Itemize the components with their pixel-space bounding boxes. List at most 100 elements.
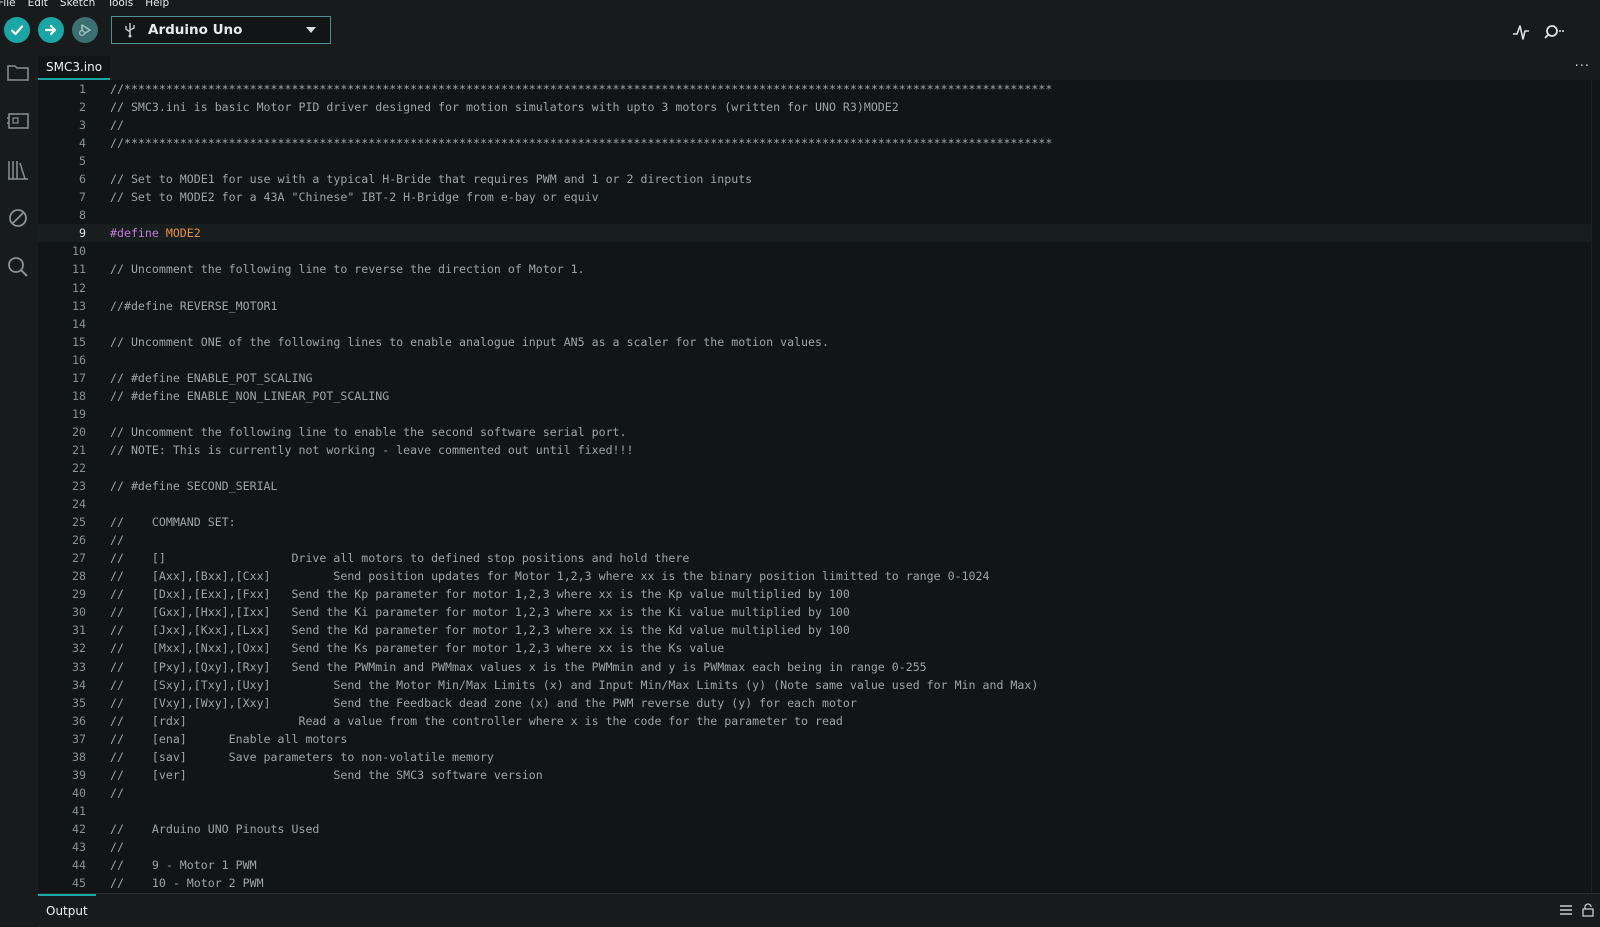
- tab-smc3-ino[interactable]: SMC3.ino: [38, 56, 111, 80]
- code-line[interactable]: 13 //#define REVERSE_MOTOR1: [38, 297, 1600, 315]
- line-number: 40: [72, 785, 86, 800]
- line-number: 43: [72, 839, 86, 854]
- code-line[interactable]: 30 // [Gxx],[Hxx],[Ixx] Send the Ki param…: [38, 603, 1600, 621]
- code-line[interactable]: 28 // [Axx],[Bxx],[Cxx] Send position upd…: [38, 567, 1600, 585]
- code-line[interactable]: 34 // [Sxy],[Txy],[Uxy] Send the Motor Mi…: [38, 676, 1600, 694]
- code-line[interactable]: 16: [38, 351, 1600, 369]
- more-options-icon[interactable]: ···: [1575, 59, 1590, 74]
- code-line[interactable]: 2 // SMC3.ini is basic Motor PID driver d…: [38, 98, 1600, 116]
- code-line[interactable]: 10: [38, 242, 1600, 260]
- code-line[interactable]: 35 // [Vxy],[Wxy],[Xxy] Send the Feedback…: [38, 694, 1600, 712]
- code-text: // COMMAND SET:: [110, 515, 236, 530]
- code-line[interactable]: 43 //: [38, 838, 1600, 856]
- folder-icon: [7, 65, 29, 81]
- code-line[interactable]: 9 #define MODE2: [38, 224, 1600, 243]
- code-line[interactable]: 17 // #define ENABLE_POT_SCALING: [38, 369, 1600, 387]
- code-line[interactable]: 45 // 10 - Motor 2 PWM: [38, 874, 1600, 892]
- code-line[interactable]: 11 // Uncomment the following line to rev…: [38, 260, 1600, 278]
- code-line[interactable]: 40 //: [38, 784, 1600, 802]
- code-text: // NOTE: This is currently not working -…: [110, 442, 634, 457]
- verify-button[interactable]: [4, 17, 30, 43]
- debug-panel-button[interactable]: [4, 204, 32, 232]
- code-line[interactable]: 39 // [ver] Send the SMC3 software versio…: [38, 766, 1600, 784]
- debug-button[interactable]: [72, 17, 98, 43]
- menu-file[interactable]: File: [0, 0, 16, 9]
- code-line[interactable]: 8: [38, 206, 1600, 224]
- checkmark-icon: [10, 25, 24, 36]
- code-line[interactable]: 44 // 9 - Motor 1 PWM: [38, 856, 1600, 874]
- usb-icon: [124, 22, 138, 38]
- menu-edit[interactable]: Edit: [28, 0, 48, 9]
- code-line[interactable]: 14: [38, 315, 1600, 333]
- line-number: 30: [72, 605, 86, 620]
- board-manager-button[interactable]: [4, 107, 32, 135]
- search-button[interactable]: [4, 253, 32, 281]
- serial-monitor-button[interactable]: [1543, 21, 1565, 43]
- menu-help[interactable]: Help: [145, 0, 169, 9]
- code-line[interactable]: 6 // Set to MODE1 for use with a typical …: [38, 170, 1600, 188]
- line-number: 17: [72, 370, 86, 385]
- code-line[interactable]: 36 // [rdx] Read a value from the control…: [38, 712, 1600, 730]
- line-number: 9: [79, 226, 86, 241]
- code-line[interactable]: 20 // Uncomment the following line to ena…: [38, 423, 1600, 441]
- code-text: // [sav] Save parameters to non-volatile…: [110, 749, 494, 764]
- code-line[interactable]: 12: [38, 279, 1600, 297]
- code-text: // #define ENABLE_POT_SCALING: [110, 370, 313, 385]
- lock-scroll-button[interactable]: [1580, 902, 1596, 918]
- code-line[interactable]: 38 // [sav] Save parameters to non-volati…: [38, 748, 1600, 766]
- code-text: // #define SECOND_SERIAL: [110, 479, 278, 494]
- code-line[interactable]: 7 // Set to MODE2 for a 43A "Chinese" IBT…: [38, 188, 1600, 206]
- code-text: // Set to MODE1 for use with a typical H…: [110, 172, 753, 187]
- serial-plotter-button[interactable]: [1510, 21, 1532, 43]
- code-text: // [Jxx],[Kxx],[Lxx] Send the Kd paramet…: [110, 623, 850, 638]
- code-line[interactable]: 31 // [Jxx],[Kxx],[Lxx] Send the Kd param…: [38, 621, 1600, 639]
- code-line[interactable]: 3 //: [38, 116, 1600, 134]
- vertical-scrollbar[interactable]: [1591, 80, 1600, 893]
- code-line[interactable]: 41: [38, 802, 1600, 820]
- line-number: 39: [72, 767, 86, 782]
- code-line[interactable]: 42 // Arduino UNO Pinouts Used: [38, 820, 1600, 838]
- line-number: 33: [72, 659, 86, 674]
- line-number: 38: [72, 749, 86, 764]
- code-line[interactable]: 29 // [Dxx],[Exx],[Fxx] Send the Kp param…: [38, 585, 1600, 603]
- clear-output-button[interactable]: [1558, 902, 1574, 918]
- code-line[interactable]: 22: [38, 459, 1600, 477]
- sketchbook-button[interactable]: [4, 58, 32, 86]
- code-text: //#define REVERSE_MOTOR1: [110, 298, 278, 313]
- line-number: 12: [72, 280, 86, 295]
- line-number: 13: [72, 298, 86, 313]
- toolbar: Arduino Uno: [0, 11, 1600, 56]
- line-number: 29: [72, 587, 86, 602]
- code-line[interactable]: 25 // COMMAND SET:: [38, 513, 1600, 531]
- library-manager-button[interactable]: [4, 156, 32, 184]
- output-panel: Output: [38, 893, 1600, 927]
- arrow-right-icon: [44, 24, 57, 36]
- board-selector[interactable]: Arduino Uno: [111, 16, 331, 44]
- code-line[interactable]: 23 // #define SECOND_SERIAL: [38, 477, 1600, 495]
- code-line[interactable]: 15 // Uncomment ONE of the following line…: [38, 333, 1600, 351]
- upload-button[interactable]: [38, 17, 64, 43]
- code-line[interactable]: 33 // [Pxy],[Qxy],[Rxy] Send the PWMmin a…: [38, 658, 1600, 676]
- code-line[interactable]: 21 // NOTE: This is currently not working…: [38, 441, 1600, 459]
- code-line[interactable]: 1 //*************************************…: [38, 80, 1600, 98]
- line-number: 11: [72, 262, 86, 277]
- code-text: // 10 - Motor 2 PWM: [110, 876, 264, 891]
- code-line[interactable]: 26 //: [38, 531, 1600, 549]
- code-line[interactable]: 37 // [ena] Enable all motors: [38, 730, 1600, 748]
- code-line[interactable]: 18 // #define ENABLE_NON_LINEAR_POT_SCALI…: [38, 387, 1600, 405]
- code-line[interactable]: 4 //*************************************…: [38, 134, 1600, 152]
- line-number: 34: [72, 677, 86, 692]
- code-text: // [rdx] Read a value from the controlle…: [110, 713, 843, 728]
- code-line[interactable]: 19: [38, 405, 1600, 423]
- code-line[interactable]: 5: [38, 152, 1600, 170]
- code-line[interactable]: 24: [38, 495, 1600, 513]
- code-line[interactable]: 27 // [] Drive all motors to defined stop…: [38, 549, 1600, 567]
- code-text: // #define ENABLE_NON_LINEAR_POT_SCALING: [110, 388, 390, 403]
- menu-sketch[interactable]: Sketch: [60, 0, 95, 9]
- code-line[interactable]: 32 // [Mxx],[Nxx],[Oxx] Send the Ks param…: [38, 639, 1600, 657]
- code-text: //: [110, 785, 124, 800]
- tab-output[interactable]: Output: [38, 894, 96, 925]
- line-number: 27: [72, 551, 86, 566]
- menu-tools[interactable]: Tools: [107, 0, 133, 9]
- code-editor[interactable]: 1 //*************************************…: [38, 80, 1600, 893]
